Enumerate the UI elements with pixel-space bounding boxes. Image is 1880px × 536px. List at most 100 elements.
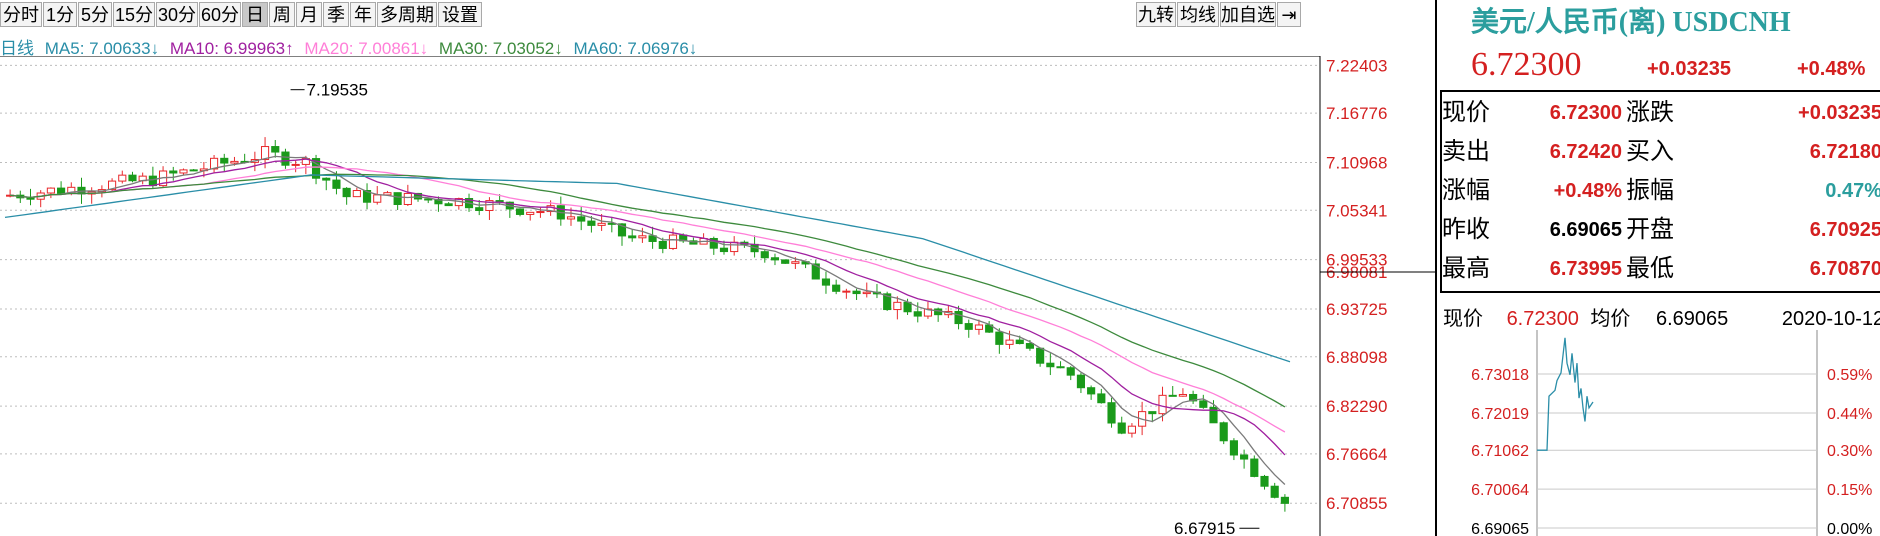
candle — [1280, 496, 1289, 504]
candle — [1270, 485, 1279, 498]
period-tab-0[interactable]: 分时 — [0, 2, 42, 27]
quote-label: 振幅 — [1626, 177, 1674, 204]
toolbar-button-2[interactable]: 加自选 — [1220, 2, 1276, 27]
candle — [281, 151, 290, 166]
quote-value: +0.48% — [1553, 180, 1622, 202]
intraday-price-line — [1537, 337, 1594, 451]
intraday-price-tick: 6.73018 — [1471, 367, 1529, 384]
period-tab-10[interactable]: 年 — [350, 2, 376, 27]
candle — [169, 170, 178, 174]
candle — [1056, 366, 1065, 369]
candle — [1199, 400, 1208, 408]
candle — [842, 290, 851, 293]
period-tab-11[interactable]: 多周期 — [377, 2, 437, 27]
kline-chart[interactable]: 7.224037.167767.109687.053416.995336.980… — [0, 56, 1435, 536]
y-tick-label: 7.05341 — [1326, 201, 1387, 220]
candle — [1250, 458, 1259, 477]
toolbar-button-0[interactable]: 九转 — [1136, 2, 1176, 27]
quote-label: 昨收 — [1442, 216, 1490, 243]
candle — [791, 261, 800, 264]
low-marker-label: 6.67915 — [1174, 519, 1235, 536]
candle — [760, 251, 769, 259]
period-tab-9[interactable]: 季 — [323, 2, 349, 27]
period-tab-1[interactable]: 1分 — [43, 2, 77, 27]
quote-value: 6.72300 — [1549, 102, 1622, 124]
period-tab-8[interactable]: 月 — [296, 2, 322, 27]
quote-label: 买入 — [1626, 138, 1674, 165]
toolbar-button-1[interactable]: 均线 — [1177, 2, 1219, 27]
ma5-line — [10, 155, 1286, 485]
period-tab-7[interactable]: 周 — [269, 2, 295, 27]
candle — [1046, 362, 1055, 368]
y-tick-label: 6.98081 — [1326, 263, 1387, 282]
candle — [515, 208, 525, 215]
candle — [668, 234, 678, 249]
candle — [291, 163, 300, 166]
candle — [1178, 393, 1187, 397]
candle — [220, 157, 229, 164]
quote-label: 最低 — [1626, 255, 1674, 282]
candle — [403, 192, 412, 206]
candle — [424, 198, 433, 201]
candle — [1036, 347, 1045, 364]
quote-value: +0.03235 — [1798, 102, 1880, 124]
quote-value: 6.73995 — [1549, 258, 1622, 280]
candle — [118, 174, 127, 182]
candle — [1127, 425, 1136, 434]
candle — [373, 194, 382, 203]
intraday-pct-tick: 0.30% — [1827, 443, 1872, 460]
quote-row: 最高 6.73995 最低 6.70870 — [1442, 250, 1880, 288]
y-tick-label: 6.82290 — [1326, 397, 1387, 416]
period-toolbar: 分时 1分 5分 15分 30分 60分日周月季年多周期 设置 九转 均线 加自选 ⇥ — [0, 0, 1430, 30]
ma30-line — [10, 173, 1286, 408]
intraday-date: 2020-10-12 — [1781, 308, 1880, 330]
quote-value: 6.69065 — [1549, 219, 1622, 241]
y-tick-label: 6.76664 — [1326, 445, 1387, 464]
candle — [1005, 339, 1014, 345]
quote-table: 现价 6.72300 涨跌 +0.03235 卖出 6.72420 买入 6.72180 涨幅 +… — [1440, 90, 1880, 293]
y-tick-label: 6.70855 — [1326, 494, 1387, 513]
intraday-pct-tick: 0.59% — [1827, 367, 1872, 384]
quote-label: 卖出 — [1442, 138, 1490, 165]
candle — [1260, 475, 1269, 487]
period-tab-2[interactable]: 5分 — [78, 2, 112, 27]
quote-change: +0.03235 — [1647, 58, 1731, 80]
candle — [770, 257, 780, 261]
candle — [577, 216, 586, 222]
candle — [719, 247, 729, 253]
quote-value: 6.70870 — [1809, 258, 1880, 280]
candle — [475, 207, 484, 211]
candle — [46, 187, 55, 194]
candle — [638, 235, 647, 239]
candle — [536, 211, 545, 214]
y-tick-label: 7.10968 — [1326, 153, 1387, 172]
period-tab-3[interactable]: 15分 — [113, 2, 155, 27]
quote-row: 昨收 6.69065 开盘 6.70925 — [1442, 211, 1880, 249]
candle — [1107, 402, 1116, 424]
intraday-price-tick: 6.72019 — [1471, 406, 1529, 423]
period-tab-5[interactable]: 60分 — [199, 2, 241, 27]
candle — [597, 222, 606, 226]
candle — [730, 241, 739, 253]
candle — [179, 169, 188, 174]
candle — [393, 192, 402, 206]
quote-label: 开盘 — [1626, 216, 1674, 243]
period-tab-4[interactable]: 30分 — [156, 2, 198, 27]
quote-title: 美元/人民币(离) USDCNH — [1471, 7, 1791, 38]
intraday-pct-tick: 0.00% — [1827, 521, 1872, 536]
intraday-chart[interactable]: 6.73018 0.59% 6.72019 0.44% 6.71062 0.30% 6.70… — [1437, 330, 1880, 536]
intraday-price-tick: 6.69065 — [1471, 521, 1529, 536]
candle — [526, 211, 535, 215]
period-tab-6[interactable]: 日 — [242, 2, 268, 27]
quote-panel: 美元/人民币(离) USDCNH 6.72300 +0.03235 +0.48%… — [1437, 0, 1880, 536]
collapse-panel-icon[interactable]: ⇥ — [1277, 2, 1301, 27]
candle — [57, 187, 66, 194]
candle — [1076, 374, 1086, 389]
period-tab-12[interactable]: 设置 — [438, 2, 482, 27]
quote-label: 现价 — [1442, 99, 1490, 126]
quote-label: 涨跌 — [1626, 99, 1674, 126]
candle — [1158, 394, 1167, 415]
candle — [587, 220, 596, 226]
candle — [995, 331, 1004, 345]
intraday-price: 6.72300 — [1506, 308, 1579, 330]
